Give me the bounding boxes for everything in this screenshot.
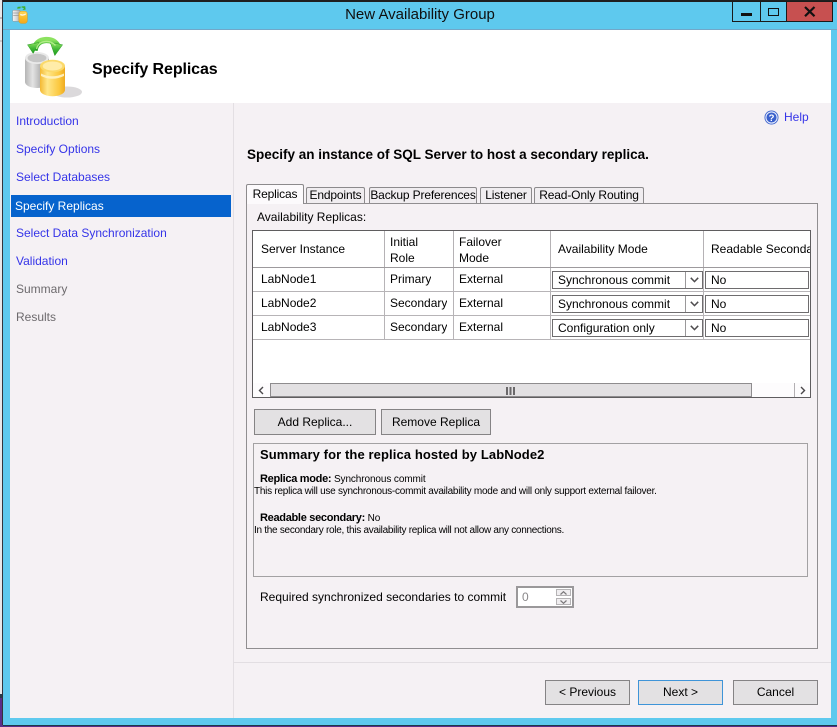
svg-text:?: ? [769, 113, 775, 124]
